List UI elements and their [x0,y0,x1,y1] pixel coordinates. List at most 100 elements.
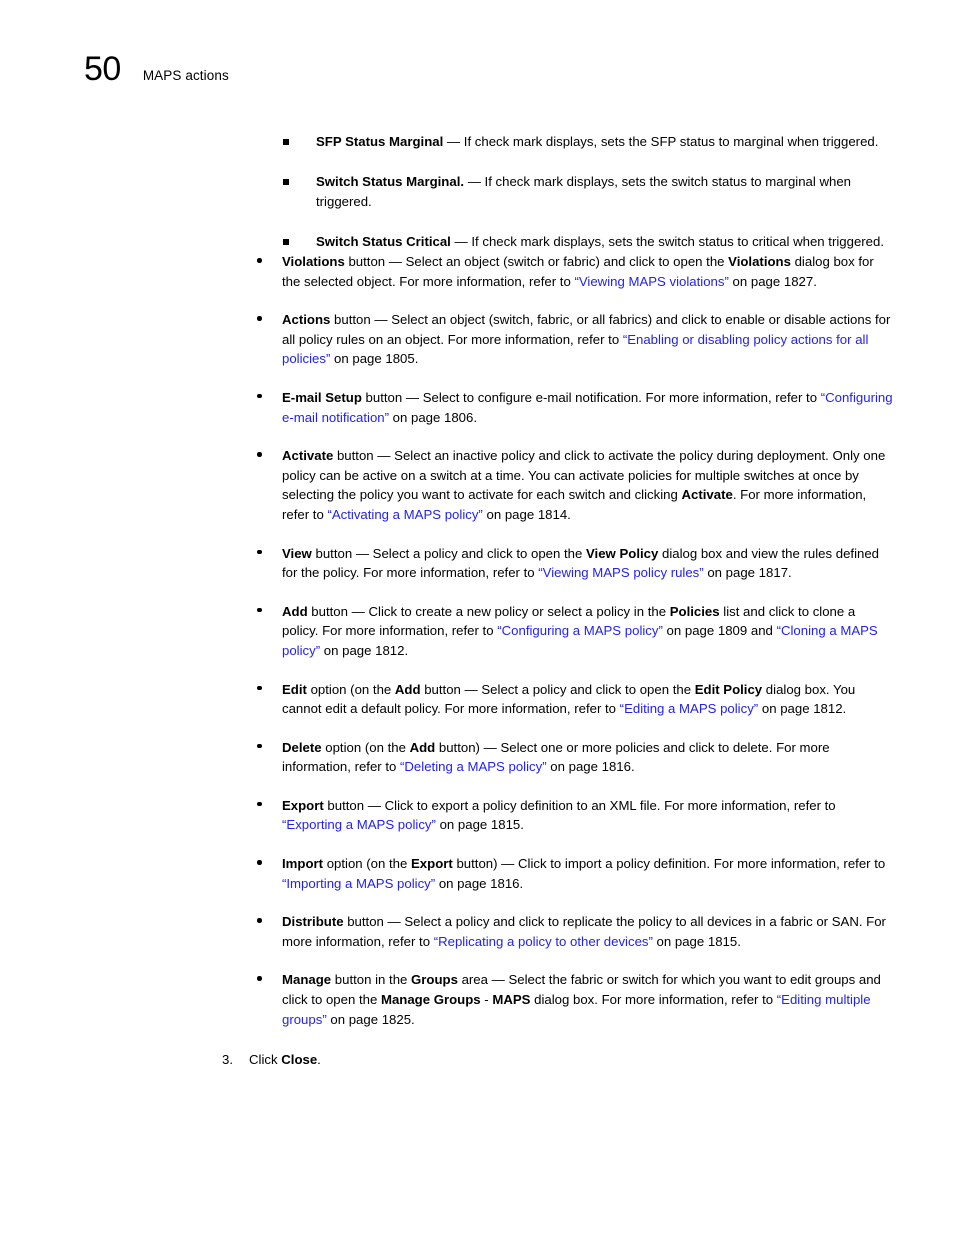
sub-list-item: SFP Status Marginal — If check mark disp… [283,132,899,152]
list-item-actions: Actions button — Select an object (switc… [255,310,893,369]
delete-text: on page 1816. [546,759,635,775]
actions-text: on page 1805. [330,351,419,367]
round-bullet-icon [257,452,262,457]
page-number: 50 [84,50,121,88]
view-bold-term: View Policy [586,545,659,561]
manage-text: on page 1825. [326,1011,415,1027]
sub-list-item-description: — If check mark displays, sets the SFP s… [443,134,879,149]
list-item-delete: Delete option (on the Add button) — Sele… [255,738,893,777]
step-text: Click Close. [249,1050,862,1070]
list-item-import: Import option (on the Export button) — C… [255,854,893,893]
page-header: 50 MAPS actions [84,52,229,86]
add-cross-reference-link[interactable]: “Configuring a MAPS policy” [497,623,663,638]
square-bullet-icon [283,239,289,245]
round-bullet-icon [257,607,262,613]
manage-bold-term: Groups [411,972,458,988]
step-text: Click [249,1052,282,1068]
list-item-manage: Manage button in the Groups area — Selec… [255,970,893,1029]
sub-list-item-term: Switch Status Critical [316,234,451,249]
activate-cross-reference-link[interactable]: “Activating a MAPS policy” [327,507,482,522]
export-text: button — Click to export a policy defini… [323,797,836,813]
edit-text: on page 1812. [758,701,847,717]
import-bold-term: Import [282,856,324,872]
email-setup-text: button — Select to configure e-mail noti… [361,389,821,405]
list-item-distribute: Distribute button — Select a policy and … [255,912,893,951]
add-text: on page 1812. [320,642,409,658]
manage-text: - [480,992,493,1008]
manage-text: dialog box. For more information, refer … [530,992,777,1008]
list-item-add: Add button — Click to create a new polic… [255,602,893,661]
sub-list-item-term: SFP Status Marginal [316,134,444,149]
edit-text: button — Select a policy and click to op… [420,681,695,697]
view-text: on page 1817. [703,565,792,581]
main-bullet-list: Violations button — Select an object (sw… [0,252,954,1029]
round-bullet-icon [257,258,262,263]
import-cross-reference-link[interactable]: “Importing a MAPS policy” [282,876,435,891]
document-page: 50 MAPS actions SFP Status Marginal — If… [0,0,954,1235]
delete-cross-reference-link[interactable]: “Deleting a MAPS policy” [400,759,547,774]
view-cross-reference-link[interactable]: “Viewing MAPS policy rules” [538,565,703,580]
sub-bullet-list: SFP Status Marginal — If check mark disp… [0,132,954,252]
round-bullet-icon [257,976,262,981]
export-cross-reference-link[interactable]: “Exporting a MAPS policy” [282,817,436,832]
procedure-step-3: 3. Click Close. [222,1050,862,1070]
list-item-view: View button — Select a policy and click … [255,544,893,583]
page-title: MAPS actions [142,68,229,83]
manage-bold-term: Manage [282,972,332,988]
distribute-text: on page 1815. [652,933,741,949]
delete-bold-term: Delete [282,739,322,755]
list-item-export: Export button — Click to export a policy… [255,796,893,835]
round-bullet-icon [257,549,262,555]
square-bullet-icon [283,179,289,185]
violations-text: on page 1827. [728,273,817,289]
distribute-cross-reference-link[interactable]: “Replicating a policy to other devices” [434,934,653,949]
round-bullet-icon [257,801,262,807]
import-bold-term: Export [411,856,453,872]
add-text: on page 1809 and [662,623,777,639]
view-text: button — Select a policy and click to op… [311,545,586,561]
step-text: . [317,1052,321,1068]
round-bullet-icon [257,685,262,690]
sub-list-item: Switch Status Critical — If check mark d… [283,232,899,252]
export-bold-term: Export [282,797,324,813]
square-bullet-icon [283,139,289,145]
edit-bold-term: Edit [282,681,307,697]
import-text: on page 1816. [435,875,524,891]
sub-list-item-term: Switch Status Marginal. [316,174,465,189]
email-setup-text: on page 1806. [389,409,478,425]
round-bullet-icon [257,860,262,865]
export-text: on page 1815. [435,817,524,833]
page-body: SFP Status Marginal — If check mark disp… [0,132,954,1070]
manage-text: button in the [331,972,412,988]
manage-bold-term: MAPS [492,992,531,1008]
round-bullet-icon [257,743,262,749]
import-text: option (on the [323,856,412,872]
edit-cross-reference-link[interactable]: “Editing a MAPS policy” [620,701,759,716]
list-item-activate: Activate button — Select an inactive pol… [255,446,893,524]
round-bullet-icon [257,393,262,399]
delete-text: option (on the [321,739,410,755]
activate-text: on page 1814. [482,506,571,522]
distribute-bold-term: Distribute [282,914,344,930]
list-item-violations: Violations button — Select an object (sw… [255,252,893,291]
violations-bold-term: Violations [728,254,791,269]
add-text: button — Click to create a new policy or… [307,603,670,619]
violations-cross-reference-link[interactable]: “Viewing MAPS violations” [574,274,728,289]
delete-bold-term: Add [409,739,436,755]
violations-text: button — Select an object (switch or fab… [344,254,729,269]
manage-bold-term: Manage Groups [380,992,481,1008]
violations-bold-term: Violations [282,254,345,269]
step-bold-term: Close [281,1052,318,1068]
round-bullet-icon [257,316,262,321]
actions-bold-term: Actions [282,312,331,328]
activate-bold-term: Activate [681,487,733,503]
sub-list-item-description: — If check mark displays, sets the switc… [450,234,885,249]
step-number: 3. [222,1052,233,1068]
list-item-email-setup: E-mail Setup button — Select to configur… [255,388,893,427]
activate-bold-term: Activate [282,448,334,464]
sub-list-item: Switch Status Marginal. — If check mark … [283,172,899,212]
add-bold-term: Policies [669,603,720,619]
list-item-edit: Edit option (on the Add button — Select … [255,680,893,719]
edit-bold-term: Edit Policy [694,681,763,697]
import-text: button) — Click to import a policy defin… [452,856,886,872]
